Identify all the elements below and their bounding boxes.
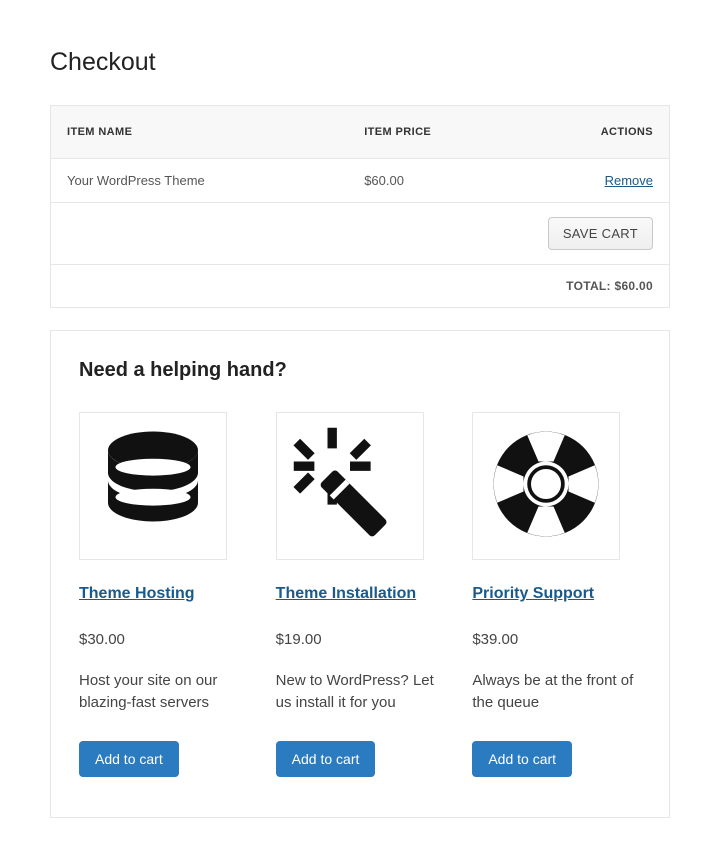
save-cart-row: SAVE CART [51,203,670,265]
add-to-cart-button[interactable]: Add to cart [79,741,179,777]
upsell-card-hosting: Theme Hosting $30.00 Host your site on o… [79,412,248,777]
upsell-card-installation: Theme Installation $19.00 New to WordPre… [276,412,445,777]
checkout-page: Checkout ITEM NAME ITEM PRICE ACTIONS Yo… [0,0,720,858]
col-actions: ACTIONS [521,106,669,159]
add-to-cart-button[interactable]: Add to cart [472,741,572,777]
upsell-panel: Need a helping hand? [50,330,670,818]
cart-table: ITEM NAME ITEM PRICE ACTIONS Your WordPr… [50,105,670,308]
upsell-title: Need a helping hand? [79,359,641,382]
cart-item-price: $60.00 [348,159,521,203]
upsell-price: $19.00 [276,631,445,648]
cart-row: Your WordPress Theme $60.00 Remove [51,159,670,203]
upsell-desc: Host your site on our blazing-fast serve… [79,670,248,715]
col-item-name: ITEM NAME [51,106,349,159]
upsell-link-support[interactable]: Priority Support [472,584,594,605]
upsell-link-hosting[interactable]: Theme Hosting [79,584,195,605]
remove-link[interactable]: Remove [605,173,653,188]
database-icon [93,424,213,549]
icon-frame [472,412,620,560]
cart-total: TOTAL: $60.00 [51,265,670,308]
magic-wand-icon [290,424,410,549]
page-title: Checkout [50,48,670,77]
add-to-cart-button[interactable]: Add to cart [276,741,376,777]
upsell-link-installation[interactable]: Theme Installation [276,584,416,605]
save-cart-button[interactable]: SAVE CART [548,217,653,250]
upsell-price: $39.00 [472,631,641,648]
icon-frame [79,412,227,560]
upsell-desc: New to WordPress? Let us install it for … [276,670,445,715]
icon-frame [276,412,424,560]
cart-item-name: Your WordPress Theme [51,159,349,203]
upsell-price: $30.00 [79,631,248,648]
col-item-price: ITEM PRICE [348,106,521,159]
cart-total-row: TOTAL: $60.00 [51,265,670,308]
lifebuoy-icon [486,424,606,549]
upsell-card-support: Priority Support $39.00 Always be at the… [472,412,641,777]
upsell-grid: Theme Hosting $30.00 Host your site on o… [79,412,641,777]
upsell-desc: Always be at the front of the queue [472,670,641,715]
